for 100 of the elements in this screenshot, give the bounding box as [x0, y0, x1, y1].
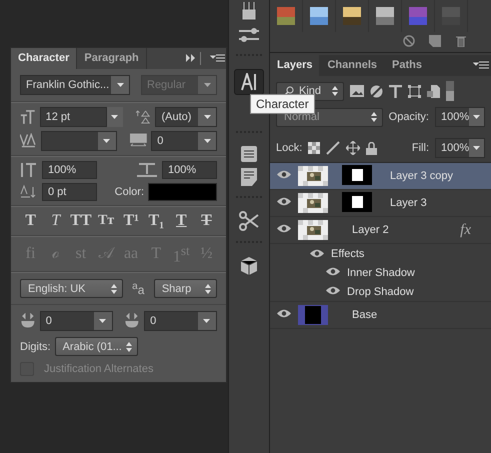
- horizontal-scale-field[interactable]: 100%: [162, 161, 217, 179]
- effects-label: Effects: [331, 248, 364, 260]
- baseline-shift-field[interactable]: 0 pt: [42, 183, 97, 201]
- arabic-spacing-icon: [20, 313, 36, 330]
- vertical-scale-field[interactable]: 100%: [42, 161, 97, 179]
- fill-dropdown[interactable]: 100%: [435, 138, 485, 158]
- lock-icon: [366, 142, 378, 154]
- style-swatch-icon: [343, 7, 361, 25]
- style-swatch-icon: [277, 7, 295, 25]
- text-style-button[interactable]: T¹: [120, 212, 142, 230]
- caret-icon: [473, 115, 480, 119]
- leading-icon: [136, 109, 152, 125]
- toggle-icon: [446, 81, 454, 101]
- opacity-dropdown[interactable]: 100%: [435, 107, 485, 127]
- text-style-button[interactable]: T: [196, 212, 217, 230]
- eye-icon: [277, 197, 291, 206]
- checkerboard-icon: [308, 142, 320, 154]
- eye-icon: [277, 170, 291, 179]
- text-style-button[interactable]: T: [20, 212, 42, 230]
- language-dropdown[interactable]: English: UK: [20, 279, 123, 298]
- font-size-field[interactable]: 12 pt: [40, 107, 108, 127]
- list-icon: [241, 146, 257, 162]
- cube-icon: [240, 256, 258, 276]
- caret-icon: [473, 146, 480, 150]
- style-swatch-icon: [376, 7, 394, 25]
- type-icon: [241, 73, 257, 91]
- digits-dropdown[interactable]: Arabic (01...: [54, 337, 138, 356]
- fill-label: Fill:: [412, 142, 429, 154]
- text-style-button[interactable]: T: [45, 212, 66, 230]
- digits-label: Digits:: [20, 340, 51, 353]
- stepper-icon: [205, 284, 211, 294]
- caret-icon: [111, 115, 118, 119]
- text-style-button[interactable]: Tт: [96, 212, 117, 230]
- smart-object-icon: [427, 84, 440, 98]
- opacity-label: Opacity:: [388, 111, 429, 123]
- panel-tab[interactable]: Paths: [385, 55, 430, 76]
- panel-tab[interactable]: Paragraph: [77, 48, 147, 69]
- layer-row[interactable]: Layer 2 fx: [270, 217, 491, 244]
- font-size-icon: [20, 109, 36, 125]
- effect-name: Inner Shadow: [347, 266, 415, 278]
- effect-name: Drop Shadow: [347, 286, 414, 298]
- new-item-icon: [429, 35, 441, 47]
- caret-icon: [204, 83, 210, 87]
- stepper-icon: [370, 112, 377, 122]
- caret-icon: [99, 319, 106, 324]
- tracking-icon: [130, 133, 148, 149]
- baseline-shift-icon: [20, 184, 38, 200]
- mask-thumbnail-icon: [342, 192, 372, 212]
- kerning-dropdown[interactable]: [40, 131, 117, 151]
- antialias-dropdown[interactable]: Sharp: [154, 279, 217, 298]
- sliders-icon: [238, 26, 260, 44]
- layer-thumbnail-icon: [298, 305, 328, 325]
- search-icon: [284, 86, 294, 96]
- panel-tab[interactable]: Layers: [270, 55, 320, 76]
- style-swatch-icon: [409, 7, 427, 25]
- layer-row[interactable]: Layer 3: [270, 190, 491, 217]
- stepper-icon: [110, 284, 117, 294]
- caret-icon: [204, 115, 210, 119]
- shape-filter-icon: [408, 84, 421, 98]
- color-swatch[interactable]: [148, 183, 217, 201]
- style-swatch-icon: [310, 7, 328, 25]
- stepper-icon: [126, 342, 132, 352]
- image-icon: [350, 85, 364, 97]
- layer-name: Base: [352, 309, 378, 321]
- antialias-icon: $^{a}$a: [126, 280, 150, 297]
- lock-label: Lock:: [276, 142, 302, 154]
- tracking-dropdown[interactable]: 0: [151, 131, 218, 151]
- style-swatch-icon: [442, 7, 460, 25]
- stepper-icon: [332, 86, 338, 96]
- panel-tab[interactable]: Character: [11, 48, 78, 69]
- eye-icon: [277, 224, 291, 233]
- caret-icon: [103, 139, 110, 143]
- layer-name: Layer 2: [352, 224, 389, 236]
- no-icon: [403, 35, 415, 47]
- color-label: Color:: [114, 186, 144, 198]
- caret-icon: [203, 319, 210, 324]
- eye-icon: [277, 309, 291, 318]
- text-style-button[interactable]: T: [170, 212, 192, 230]
- font-family-dropdown[interactable]: Franklin Gothic...: [20, 75, 130, 95]
- arabic-spacing-icon: [124, 313, 140, 330]
- kerning-icon: [20, 133, 37, 149]
- arabic-spacing-dropdown[interactable]: 0: [144, 311, 217, 332]
- panel-tab[interactable]: Channels: [320, 55, 385, 76]
- caret-icon: [116, 83, 124, 87]
- eye-icon: [326, 266, 340, 276]
- vertical-scale-icon: [20, 162, 38, 178]
- eye-icon: [310, 249, 324, 258]
- leading-dropdown[interactable]: (Auto): [155, 107, 217, 127]
- half-circle-icon: [370, 84, 383, 98]
- eye-icon: [326, 286, 340, 294]
- text-style-button[interactable]: T₁: [146, 212, 167, 230]
- mask-thumbnail-icon: [342, 164, 372, 184]
- layer-name: Layer 3 copy: [390, 170, 453, 182]
- layer-row[interactable]: Layer 3 copy: [270, 163, 491, 190]
- scissors-icon: [239, 211, 259, 231]
- layer-row[interactable]: Base: [270, 302, 491, 329]
- fx-icon: fx: [460, 222, 471, 238]
- character-button[interactable]: [234, 69, 264, 95]
- arabic-spacing-dropdown[interactable]: 0: [40, 311, 113, 332]
- text-style-button[interactable]: TT: [70, 212, 92, 230]
